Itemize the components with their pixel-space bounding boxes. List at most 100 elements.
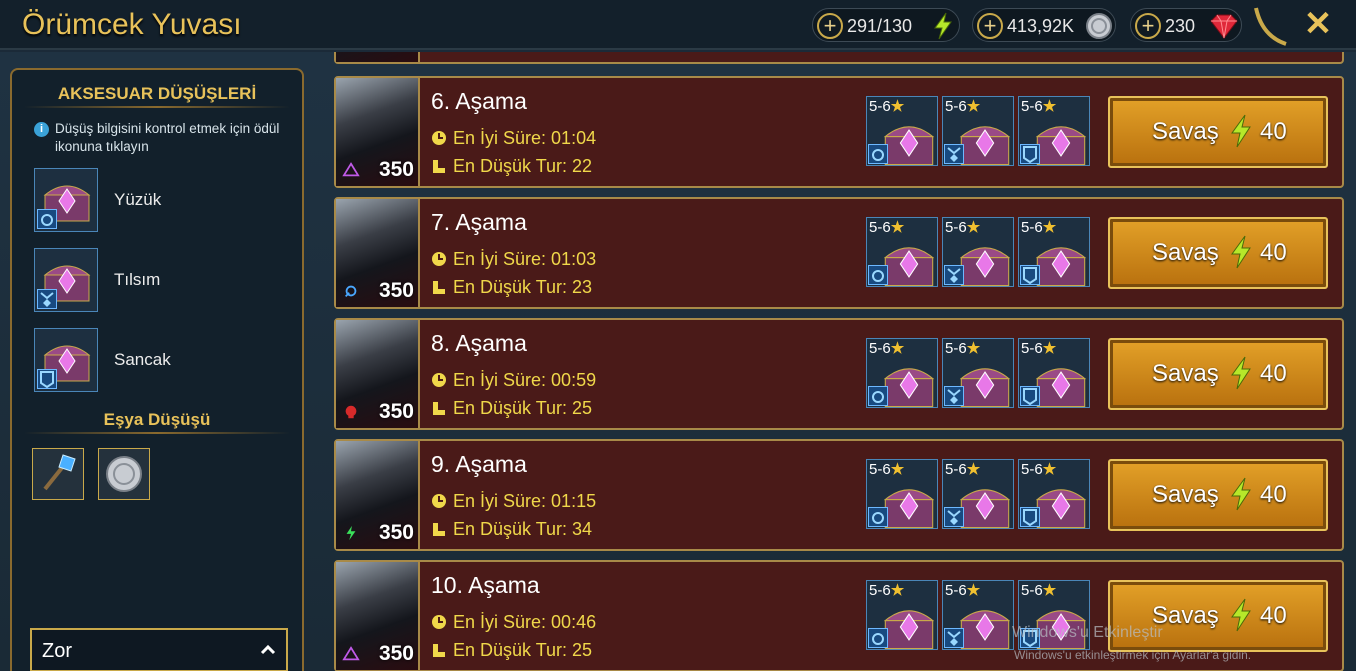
- reward-rank: 5-6★: [1021, 461, 1057, 478]
- fight-button[interactable]: Savaş 40: [1108, 96, 1328, 168]
- chest-icon: [883, 610, 935, 650]
- amulet-icon: [944, 628, 964, 648]
- void-affinity-icon: [342, 646, 360, 661]
- reward-amulet[interactable]: 5-6★: [942, 459, 1014, 529]
- stage-name: 6. Aşama: [431, 88, 527, 114]
- chest-icon: [1035, 247, 1087, 287]
- energy-bolt-icon: [1231, 114, 1251, 148]
- accessory-label-banner: Sancak: [114, 350, 171, 369]
- add-gems-button[interactable]: +: [1135, 13, 1161, 39]
- menu-arc-icon[interactable]: [1252, 6, 1288, 46]
- clock-icon: [432, 252, 446, 266]
- energy-counter: + 291/130: [812, 8, 960, 42]
- best-time-text: En İyi Süre: 00:59: [453, 370, 597, 390]
- stage-list[interactable]: 350 6. Aşama En İyi Süre: 01:04 En Düşük Tu…: [334, 52, 1344, 671]
- chest-icon: [1035, 368, 1087, 408]
- min-turns: En Düşük Tur: 22: [431, 156, 592, 177]
- clock-icon: [432, 373, 446, 387]
- accessory-banner[interactable]: [34, 328, 98, 392]
- boot-icon: [433, 160, 445, 173]
- reward-rank: 5-6★: [1021, 219, 1057, 236]
- boss-portrait: 350: [336, 320, 418, 428]
- chest-icon: [883, 247, 935, 287]
- reward-rank: 5-6★: [945, 461, 981, 478]
- best-time: En İyi Süre: 01:03: [431, 249, 596, 270]
- silver-counter: + 413,92K: [972, 8, 1116, 42]
- reward-amulet[interactable]: 5-6★: [942, 96, 1014, 166]
- min-turns: En Düşük Tur: 34: [431, 519, 592, 540]
- item-silver[interactable]: [98, 448, 150, 500]
- boot-icon: [433, 402, 445, 415]
- close-icon[interactable]: ✕: [1300, 4, 1336, 44]
- top-bar: Örümcek Yuvası + 291/130 + 413,92K + 230…: [0, 0, 1356, 50]
- reward-ring[interactable]: 5-6★: [866, 580, 938, 650]
- accessory-label-amulet: Tılsım: [114, 270, 161, 289]
- fight-button[interactable]: Savaş 40: [1108, 338, 1328, 410]
- stage-name: 10. Aşama: [431, 572, 540, 598]
- silver-value: 413,92K: [1007, 16, 1075, 36]
- ring-icon: [868, 386, 888, 406]
- accessory-drops-panel: AKSESUAR DÜŞÜŞLERİ i Düşüş bilgisini kon…: [10, 68, 304, 671]
- energy-cost: 40: [1260, 602, 1287, 629]
- fight-button[interactable]: Savaş 40: [1108, 217, 1328, 289]
- reward-banner[interactable]: 5-6★: [1018, 96, 1090, 166]
- reward-amulet[interactable]: 5-6★: [942, 217, 1014, 287]
- info-text: Düşüş bilgisini kontrol etmek için ödül …: [55, 121, 280, 154]
- reward-ring[interactable]: 5-6★: [866, 338, 938, 408]
- chest-icon: [1035, 489, 1087, 529]
- banner-icon: [1020, 265, 1040, 285]
- chest-icon: [959, 610, 1011, 650]
- potion-icon: [43, 454, 76, 491]
- accessory-amulet[interactable]: [34, 248, 98, 312]
- reward-ring[interactable]: 5-6★: [866, 96, 938, 166]
- energy-cost: 40: [1260, 360, 1287, 387]
- divider: [418, 320, 420, 428]
- spirit-affinity-icon: [346, 525, 356, 541]
- reward-rank: 5-6★: [945, 219, 981, 236]
- energy-cost: 40: [1260, 481, 1287, 508]
- reward-banner[interactable]: 5-6★: [1018, 338, 1090, 408]
- energy-bolt-icon: [1231, 235, 1251, 269]
- divider: [418, 441, 420, 549]
- divider: [418, 199, 420, 307]
- chest-icon: [959, 368, 1011, 408]
- reward-amulet[interactable]: 5-6★: [942, 338, 1014, 408]
- amulet-icon: [944, 507, 964, 527]
- accessory-ring[interactable]: [34, 168, 98, 232]
- energy-bolt-icon: [1231, 598, 1251, 632]
- reward-banner[interactable]: 5-6★: [1018, 459, 1090, 529]
- stage-row: 350 9. Aşama En İyi Süre: 01:15 En Düşük Tu…: [334, 439, 1344, 551]
- item-potion[interactable]: [32, 448, 84, 500]
- min-turns-text: En Düşük Tur: 25: [453, 640, 593, 660]
- amulet-icon: [944, 144, 964, 164]
- stage-name: 7. Aşama: [431, 209, 527, 235]
- ruby-gem-icon: [1210, 14, 1238, 39]
- add-energy-button[interactable]: +: [817, 13, 843, 39]
- reward-amulet[interactable]: 5-6★: [942, 580, 1014, 650]
- activate-windows-subtitle: Windows'u etkinleştirmek için Ayarlar'a …: [1014, 648, 1252, 662]
- min-turns-text: En Düşük Tur: 23: [453, 277, 593, 297]
- boss-portrait: [336, 52, 418, 62]
- chest-icon: [959, 126, 1011, 166]
- difficulty-select[interactable]: Zor: [30, 628, 288, 671]
- fight-label: Savaş: [1152, 481, 1219, 508]
- page-title: Örümcek Yuvası: [22, 8, 242, 41]
- energy-value: 291/130: [847, 16, 913, 36]
- chest-icon: [1035, 126, 1087, 166]
- ring-icon: [868, 507, 888, 527]
- banner-icon: [1020, 144, 1040, 164]
- reward-banner[interactable]: 5-6★: [1018, 217, 1090, 287]
- silver-coin-icon: [106, 456, 142, 492]
- fight-button[interactable]: Savaş 40: [1108, 459, 1328, 531]
- chest-icon: [883, 368, 935, 408]
- add-silver-button[interactable]: +: [977, 13, 1003, 39]
- amulet-icon: [37, 289, 57, 309]
- magic-affinity-icon: [345, 285, 357, 297]
- best-time-text: En İyi Süre: 00:46: [453, 612, 597, 632]
- clock-icon: [432, 494, 446, 508]
- reward-ring[interactable]: 5-6★: [866, 217, 938, 287]
- boss-portrait: 350: [336, 562, 418, 670]
- stage-name: 9. Aşama: [431, 451, 527, 477]
- banner-icon: [1020, 507, 1040, 527]
- reward-ring[interactable]: 5-6★: [866, 459, 938, 529]
